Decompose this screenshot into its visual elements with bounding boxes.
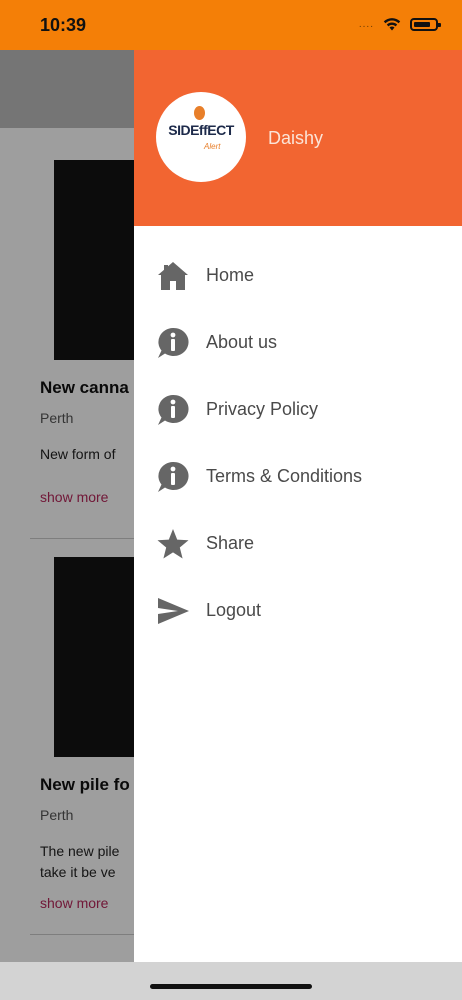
logo-subtext: Alert (204, 142, 221, 151)
app-logo: SIDEffECT Alert (156, 92, 246, 182)
home-indicator[interactable] (150, 984, 312, 989)
menu-label: About us (206, 332, 278, 352)
menu-item-share[interactable]: Share (134, 510, 462, 577)
info-bubble-icon (156, 326, 190, 360)
logo-pin-icon (194, 106, 205, 120)
menu-label: Privacy Policy (206, 399, 319, 419)
menu-item-home[interactable]: Home (134, 242, 462, 309)
menu-label: Logout (206, 600, 262, 620)
wifi-icon (383, 18, 401, 31)
menu-label: Share (206, 533, 255, 553)
menu-item-logout[interactable]: Logout (134, 577, 462, 644)
signal-icon: .... (358, 18, 374, 30)
star-icon (156, 527, 190, 561)
info-bubble-icon (156, 393, 190, 427)
menu-item-privacy-policy[interactable]: Privacy Policy (134, 376, 462, 443)
drawer-header: SIDEffECT Alert Daishy (134, 50, 462, 226)
battery-icon (410, 17, 441, 31)
drawer-menu: Home About us Privacy Policy Terms & Con… (134, 226, 462, 644)
logo-text: SIDEffECT (168, 122, 234, 138)
status-icons: .... (358, 16, 441, 32)
menu-label: Terms & Conditions (206, 466, 363, 486)
status-time: 10:39 (40, 15, 87, 35)
status-bar: 10:39 .... (0, 0, 462, 50)
user-name: Daishy (268, 128, 324, 148)
home-icon (156, 259, 190, 293)
menu-item-about-us[interactable]: About us (134, 309, 462, 376)
menu-item-terms-conditions[interactable]: Terms & Conditions (134, 443, 462, 510)
info-bubble-icon (156, 460, 190, 494)
send-icon (156, 594, 190, 628)
navigation-drawer: SIDEffECT Alert Daishy Home About us Pri… (134, 50, 462, 962)
bottom-bar (0, 962, 462, 1000)
menu-label: Home (206, 265, 255, 285)
